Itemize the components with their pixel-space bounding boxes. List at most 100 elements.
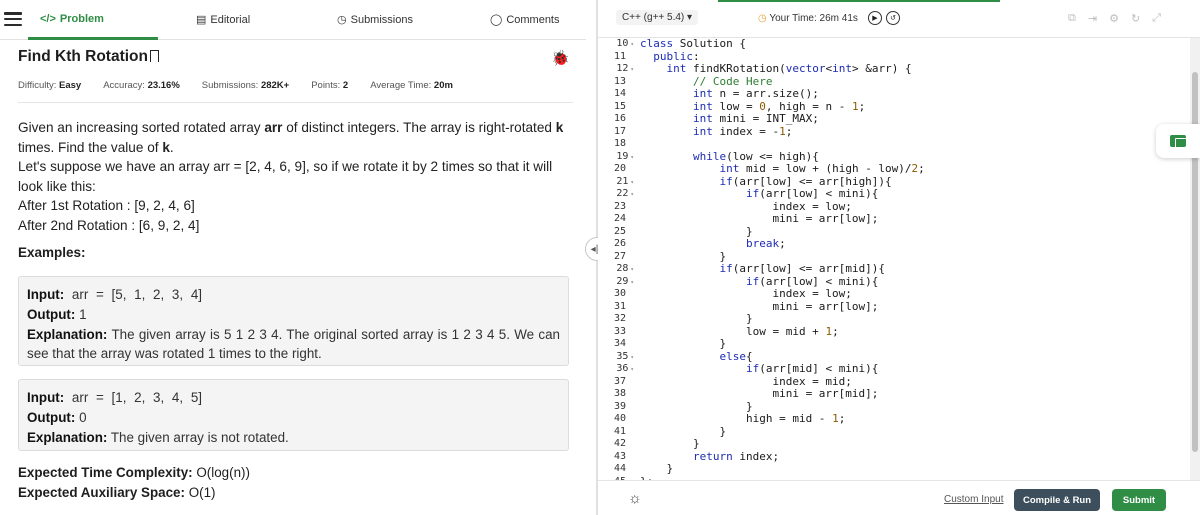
line-number: 37 (613, 375, 626, 387)
fold-arrow-icon[interactable]: ▾ (630, 366, 634, 373)
line-number: 21 ▾ (616, 175, 634, 187)
tab-submissions[interactable]: ◷ Submissions (337, 13, 413, 27)
line-number: 27 (613, 250, 626, 262)
line-number: 36 ▾ (616, 363, 634, 374)
comment-icon: ◯ (490, 14, 503, 26)
code-line[interactable]: } (640, 462, 925, 476)
description-line: Let's suppose we have an array arr = [2,… (18, 159, 553, 194)
tab-problem[interactable]: </> Problem (40, 13, 104, 25)
problem-panel: </> Problem ▤ Editorial ◷ Submissions ◯ … (0, 0, 586, 515)
time-complexity: Expected Time Complexity: O(log(n)) (18, 465, 250, 480)
play-icon[interactable]: ▶ (868, 11, 882, 25)
fold-arrow-icon[interactable]: ▾ (630, 354, 634, 361)
fold-arrow-icon[interactable]: ▾ (630, 66, 634, 73)
code-area[interactable]: class Solution { public: int findKRotati… (640, 38, 925, 480)
line-number: 35 ▾ (616, 350, 634, 362)
active-tab-indicator (28, 37, 158, 40)
difficulty: Difficulty: Easy (18, 80, 82, 91)
line-number: 44 (613, 463, 626, 474)
code-line[interactable]: } (640, 437, 925, 451)
line-number: 11 (613, 50, 626, 62)
lightbulb-icon[interactable]: ☼ (628, 490, 642, 507)
code-line[interactable]: break; (640, 237, 925, 251)
line-number: 33 (613, 325, 626, 337)
code-line[interactable]: int n = arr.size(); (640, 87, 925, 101)
line-number: 29 ▾ (616, 275, 634, 287)
fold-arrow-icon[interactable]: ▾ (630, 41, 634, 48)
timer-icon: ◷ (758, 13, 767, 24)
line-number: 25 (613, 225, 626, 237)
settings-icon[interactable]: ⚙ (1109, 12, 1119, 25)
code-line[interactable]: mini = arr[mid]; (640, 387, 925, 401)
clock-icon: ◷ (337, 14, 347, 26)
problem-title: Find Kth Rotation (18, 48, 159, 66)
average-time: Average Time: 20m (370, 80, 453, 91)
fold-arrow-icon[interactable]: ▾ (630, 279, 634, 286)
language-select[interactable]: C++ (g++ 5.4) ▾ (616, 10, 699, 25)
problem-description: Given an increasing sorted rotated array… (18, 118, 570, 236)
compile-run-button[interactable]: Compile & Run (1014, 489, 1100, 511)
bug-report-icon[interactable]: 🐞 (551, 49, 570, 67)
copy-icon[interactable]: ⧉ (1068, 12, 1076, 25)
tab-comments[interactable]: ◯ Comments (490, 13, 560, 27)
import-icon[interactable]: ⇥ (1088, 12, 1097, 25)
submit-button[interactable]: Submit (1112, 489, 1166, 511)
line-number: 31 (613, 300, 626, 312)
code-line[interactable]: int findKRotation(vector<int> &arr) { (640, 62, 925, 76)
custom-input-link[interactable]: Custom Input (944, 494, 1003, 505)
document-icon: ▤ (196, 14, 207, 26)
code-icon: </> (40, 13, 56, 25)
code-line[interactable]: mini = arr[low]; (640, 212, 925, 226)
fold-arrow-icon[interactable]: ▾ (630, 179, 634, 186)
code-line[interactable]: } (640, 312, 925, 326)
code-line[interactable]: index = low; (640, 287, 925, 301)
code-line[interactable]: return index; (640, 450, 925, 464)
code-line[interactable]: high = mid - 1; (640, 412, 925, 426)
chat-button[interactable] (1156, 124, 1200, 158)
line-number: 28 ▾ (616, 263, 634, 274)
tab-editorial[interactable]: ▤ Editorial (196, 13, 250, 27)
code-editor[interactable]: 10 ▾ 11 12 ▾ 13 14 15 16 17 18 19 ▾ 20 21 ▾ 22 ▾ 23 24 25 26 2… (598, 38, 1188, 480)
line-number: 13 (613, 75, 626, 87)
reset-icon[interactable]: ↻ (1131, 12, 1140, 25)
progress-line (718, 0, 1000, 2)
description-line: After 2nd Rotation : [6, 9, 2, 4] (18, 217, 200, 233)
line-number: 17 (613, 125, 626, 137)
fold-arrow-icon[interactable]: ▾ (630, 191, 634, 198)
line-number-gutter: 10 ▾ 11 12 ▾ 13 14 15 16 17 18 19 ▾ 20 21 ▾ 22 ▾ 23 24 25 26 2… (598, 38, 638, 480)
code-line[interactable]: int mid = low + (high - low)/2; (640, 162, 924, 176)
line-number: 38 (613, 388, 626, 399)
reset-timer-icon[interactable]: ↺ (886, 11, 900, 25)
code-line[interactable]: if(arr[low] < mini){ (640, 187, 925, 201)
menu-icon[interactable] (4, 12, 22, 26)
line-number: 12 ▾ (616, 63, 634, 74)
code-line[interactable] (640, 138, 925, 151)
line-number: 40 (613, 413, 626, 424)
line-number: 18 (613, 138, 626, 149)
accuracy: Accuracy: 23.16% (103, 80, 180, 91)
code-line[interactable]: if(arr[low] <= arr[mid]){ (640, 262, 925, 276)
examples-heading: Examples: (18, 245, 86, 260)
line-number: 43 (613, 450, 626, 462)
editor-toolbar: C++ (g++ 5.4) ▾ ◷ Your Time: 26m 41s ▶ ↺… (598, 0, 1200, 38)
fold-arrow-icon[interactable]: ▾ (630, 154, 634, 161)
fullscreen-icon[interactable]: ⤢ (1152, 12, 1161, 25)
editor-scrollbar[interactable] (1190, 38, 1200, 480)
line-number: 24 (613, 213, 626, 224)
line-number: 34 (613, 338, 626, 349)
line-number: 19 ▾ (616, 150, 634, 162)
bookmark-icon[interactable] (149, 50, 159, 66)
fold-arrow-icon[interactable]: ▾ (630, 266, 634, 273)
line-number: 23 (613, 200, 626, 212)
code-line[interactable]: int index = -1; (640, 125, 925, 139)
line-number: 42 (613, 438, 626, 449)
timer: ◷ Your Time: 26m 41s (758, 13, 858, 24)
points: Points: 2 (311, 80, 349, 91)
problem-tabs: </> Problem ▤ Editorial ◷ Submissions ◯ … (0, 0, 586, 40)
space-complexity: Expected Auxiliary Space: O(1) (18, 485, 216, 500)
code-line[interactable]: } (640, 337, 925, 351)
code-line[interactable]: if(arr[mid] < mini){ (640, 362, 925, 376)
line-number: 16 (613, 113, 626, 124)
submissions-count: Submissions: 282K+ (201, 80, 290, 91)
example-box: Input: arr = [5, 1, 2, 3, 4] Output: 1 E… (18, 276, 569, 366)
